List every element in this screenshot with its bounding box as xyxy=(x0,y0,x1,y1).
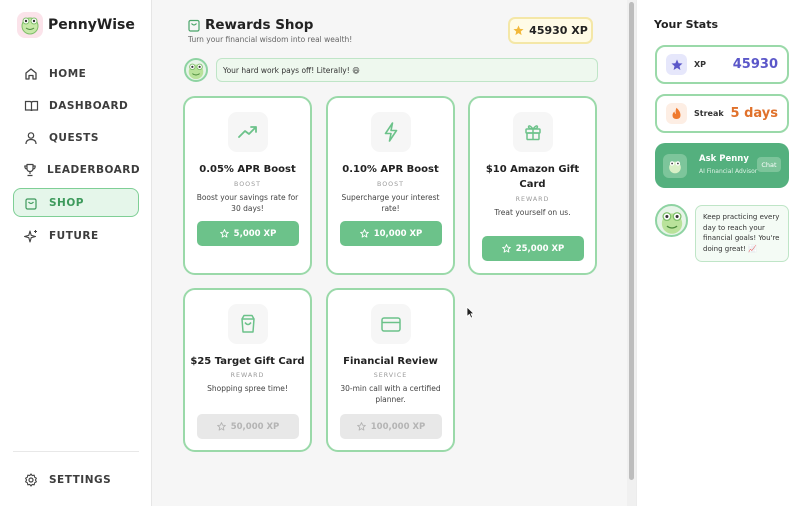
ask-penny-card[interactable]: Ask Penny AI Financial Advisor Chat xyxy=(655,143,789,188)
mouse-cursor-icon xyxy=(466,306,475,319)
penny-tip-bubble: Keep practicing every day to reach your … xyxy=(695,205,789,262)
nav-home-label: HOME xyxy=(49,67,87,80)
motivation-text: Your hard work pays off! Literally! 😄 xyxy=(223,65,360,75)
buy-button-price: 5,000 XP xyxy=(233,228,277,239)
user-icon xyxy=(23,130,39,146)
gear-icon xyxy=(23,472,39,488)
buy-button-price: 10,000 XP xyxy=(373,228,423,239)
ask-penny-subtitle: AI Financial Advisor xyxy=(699,168,758,175)
stats-heading: Your Stats xyxy=(654,18,719,31)
xp-stat-card: XP 45930 xyxy=(655,45,789,84)
frog-icon xyxy=(188,63,204,80)
shop-item-category: REWARD xyxy=(230,372,265,379)
buy-button-disabled[interactable]: 100,000 XP xyxy=(340,414,442,439)
frog-icon xyxy=(21,17,39,35)
nav-quests[interactable]: QUESTS xyxy=(13,123,139,152)
xp-balance-value: 45930 XP xyxy=(529,24,588,37)
star-icon xyxy=(359,229,369,238)
shopping-bag-icon xyxy=(23,195,39,211)
book-icon xyxy=(23,98,39,114)
shop-item-name: 0.10% APR Boost xyxy=(342,164,439,175)
chat-button[interactable]: Chat xyxy=(757,157,781,172)
flame-icon xyxy=(666,103,687,124)
sidebar-divider xyxy=(13,451,139,452)
motivation-banner: Your hard work pays off! Literally! 😄 xyxy=(216,58,598,82)
star-icon xyxy=(513,25,524,36)
shop-item-category: SERVICE xyxy=(373,372,408,379)
buy-button[interactable]: 10,000 XP xyxy=(340,221,442,246)
lightning-icon xyxy=(371,112,411,152)
streak-stat-value: 5 days xyxy=(730,106,778,121)
streak-stat-label: Streak xyxy=(694,109,724,118)
trending-up-icon xyxy=(228,112,268,152)
star-icon xyxy=(666,54,687,75)
shop-item-name: $10 Amazon Gift Card xyxy=(485,164,580,190)
buy-button-price: 50,000 XP xyxy=(230,421,280,432)
gift-icon xyxy=(513,112,553,152)
shop-item-card[interactable]: $25 Target Gift Card REWARD Shopping spr… xyxy=(183,288,312,452)
shopping-bag-icon xyxy=(228,304,268,344)
shop-item-description: Boost your savings rate for 30 days! xyxy=(196,193,299,213)
scrollbar-thumb[interactable] xyxy=(629,2,634,480)
shopping-bag-icon xyxy=(188,19,200,32)
buy-button[interactable]: 25,000 XP xyxy=(482,236,584,261)
nav-shop-label: SHOP xyxy=(49,196,84,209)
shop-item-category: BOOST xyxy=(377,181,404,188)
page-subtitle: Turn your financial wisdom into real wea… xyxy=(188,35,353,44)
nav-shop[interactable]: SHOP xyxy=(13,188,139,217)
shop-item-description: Treat yourself on us. xyxy=(494,208,571,217)
xp-stat-value: 45930 xyxy=(732,57,778,72)
penny-tip-text: Keep practicing every day to reach your … xyxy=(703,213,780,253)
buy-button[interactable]: 5,000 XP xyxy=(197,221,299,246)
shop-item-card[interactable]: Financial Review SERVICE 30-min call wit… xyxy=(326,288,455,452)
nav-dashboard-label: DASHBOARD xyxy=(49,99,129,112)
home-icon xyxy=(23,66,39,82)
nav-dashboard[interactable]: DASHBOARD xyxy=(13,91,139,120)
nav-future-label: FUTURE xyxy=(49,229,99,242)
star-icon xyxy=(219,229,229,238)
buy-button-price: 100,000 XP xyxy=(370,421,426,432)
sparkles-icon xyxy=(23,228,39,244)
app-logo[interactable] xyxy=(17,12,43,38)
shop-item-card[interactable]: 0.10% APR Boost BOOST Supercharge your i… xyxy=(326,96,455,275)
streak-stat-card: Streak 5 days xyxy=(655,94,789,133)
shop-item-category: BOOST xyxy=(234,181,261,188)
star-icon xyxy=(216,422,226,431)
shop-item-name: Financial Review xyxy=(343,356,438,367)
nav-home[interactable]: HOME xyxy=(13,59,139,88)
shop-item-description: Supercharge your interest rate! xyxy=(341,193,440,213)
star-icon xyxy=(356,422,366,431)
frog-icon xyxy=(663,153,687,178)
credit-card-icon xyxy=(371,304,411,344)
buy-button-price: 25,000 XP xyxy=(515,243,565,254)
xp-balance-badge: 45930 XP xyxy=(508,17,593,44)
penny-tip-avatar xyxy=(655,204,688,237)
shop-item-card[interactable]: 0.05% APR Boost BOOST Boost your savings… xyxy=(183,96,312,275)
ask-penny-title: Ask Penny xyxy=(699,154,749,164)
penny-avatar xyxy=(184,58,208,82)
shop-item-name: $25 Target Gift Card xyxy=(190,356,305,367)
buy-button-disabled[interactable]: 50,000 XP xyxy=(197,414,299,439)
nav-future[interactable]: FUTURE xyxy=(13,221,139,250)
nav-settings-label: SETTINGS xyxy=(49,473,112,486)
star-icon xyxy=(501,244,511,253)
shop-item-description: Shopping spree time! xyxy=(207,384,288,393)
shop-item-category: REWARD xyxy=(515,196,550,203)
nav-settings[interactable]: SETTINGS xyxy=(13,465,139,494)
shop-item-card[interactable]: $10 Amazon Gift Card REWARD Treat yourse… xyxy=(468,96,597,275)
nav-leaderboard-label: LEADERBOARD xyxy=(47,163,141,176)
xp-stat-label: XP xyxy=(694,60,707,69)
shop-item-name: 0.05% APR Boost xyxy=(199,164,296,175)
nav-quests-label: QUESTS xyxy=(49,131,99,144)
nav-leaderboard[interactable]: LEADERBOARD xyxy=(13,155,141,184)
app-name: PennyWise xyxy=(48,17,135,33)
frog-icon xyxy=(661,211,682,234)
shop-item-description: 30-min call with a certified planner. xyxy=(340,384,441,404)
page-title: Rewards Shop xyxy=(205,17,314,33)
trophy-icon xyxy=(23,162,37,178)
